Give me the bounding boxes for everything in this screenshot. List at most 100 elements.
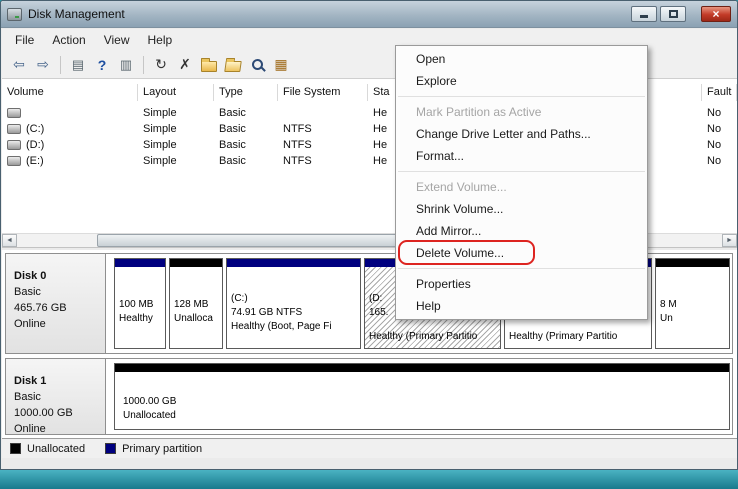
disk-size: 1000.00 GB	[14, 405, 105, 421]
partition-label-line: 1000.00 GB	[123, 396, 176, 407]
menu-item-mark-partition-active: Mark Partition as Active	[396, 101, 647, 123]
refresh-icon[interactable]: ↻	[150, 54, 172, 76]
disk-1-row: Disk 1 Basic 1000.00 GB Online 1000.00 G…	[5, 358, 733, 435]
close-button[interactable]: ×	[701, 6, 731, 22]
menu-item-add-mirror[interactable]: Add Mirror...	[396, 220, 647, 242]
primary-partition-color-swatch	[105, 443, 116, 454]
menu-separator	[398, 268, 645, 269]
partition-label-line: 100 MB	[119, 299, 153, 310]
disk-name: Disk 0	[14, 268, 105, 284]
forward-icon[interactable]: ⇨	[32, 54, 54, 76]
menu-view[interactable]: View	[95, 30, 139, 50]
menu-item-change-drive-letter[interactable]: Change Drive Letter and Paths...	[396, 123, 647, 145]
maximize-button[interactable]	[660, 6, 686, 22]
column-header-file-system[interactable]: File System	[278, 84, 368, 101]
partition-label-line: 128 MB	[174, 299, 208, 310]
partition-c[interactable]: (C:) 74.91 GB NTFS Healthy (Boot, Page F…	[226, 258, 361, 349]
cell-fault: No	[702, 123, 737, 135]
disk-1-partitions: 1000.00 GB Unallocated	[106, 359, 732, 434]
back-icon[interactable]: ⇦	[8, 54, 30, 76]
legend-icon[interactable]: ▦	[270, 54, 292, 76]
menu-item-delete-volume[interactable]: Delete Volume...	[396, 242, 647, 264]
console-tree-icon[interactable]: ▤	[67, 54, 89, 76]
partition-label-line: 74.91 GB NTFS	[231, 307, 302, 318]
partition-color-bar	[656, 259, 729, 267]
cell-layout: Simple	[138, 155, 214, 167]
cell-layout: Simple	[138, 107, 214, 119]
column-header-layout[interactable]: Layout	[138, 84, 214, 101]
folder-icon[interactable]	[198, 54, 220, 76]
action-pane-icon[interactable]: ▥	[115, 54, 137, 76]
menu-item-explore[interactable]: Explore	[396, 70, 647, 92]
column-header-type[interactable]: Type	[214, 84, 278, 101]
scroll-left-icon[interactable]: ◄	[2, 234, 17, 247]
window-controls: ×	[628, 6, 731, 22]
partition-unallocated-128mb[interactable]: 128 MB Unalloca	[169, 258, 223, 349]
cell-type: Basic	[214, 123, 278, 135]
partition-label-line: Healthy (Primary Partitio	[369, 331, 477, 342]
cell-fault: No	[702, 139, 737, 151]
column-header-fault[interactable]: Fault	[702, 84, 737, 101]
cell-volume: (C:)	[26, 123, 44, 135]
partition-label-line: Healthy (Primary Partitio	[509, 331, 617, 342]
menu-item-shrink-volume[interactable]: Shrink Volume...	[396, 198, 647, 220]
help-icon[interactable]: ?	[91, 54, 113, 76]
partition-color-bar	[170, 259, 222, 267]
disk-1-label[interactable]: Disk 1 Basic 1000.00 GB Online	[6, 359, 106, 434]
disk-status: Online	[14, 421, 105, 437]
cell-fault: No	[702, 107, 737, 119]
menu-item-open[interactable]: Open	[396, 48, 647, 70]
volume-disk-icon	[7, 140, 21, 150]
menu-separator	[398, 96, 645, 97]
legend-bar: Unallocated Primary partition	[2, 438, 737, 458]
partition-color-bar	[227, 259, 360, 267]
partition-label-line: Healthy (Boot, Page Fi	[231, 321, 332, 332]
partition-label-line: 165.	[369, 307, 388, 318]
folder-open-icon[interactable]	[222, 54, 244, 76]
desktop-background	[0, 470, 738, 489]
menu-action[interactable]: Action	[43, 30, 94, 50]
toolbar-separator	[60, 56, 61, 74]
disk-size: 465.76 GB	[14, 300, 105, 316]
menu-file[interactable]: File	[6, 30, 43, 50]
legend-primary-label: Primary partition	[122, 443, 202, 455]
partition-color-bar	[115, 364, 729, 372]
menu-item-properties[interactable]: Properties	[396, 273, 647, 295]
menu-help[interactable]: Help	[139, 30, 182, 50]
search-icon-shape	[252, 59, 263, 70]
disk-type: Basic	[14, 389, 105, 405]
partition-color-bar	[115, 259, 165, 267]
partition-label-line: Unalloca	[174, 313, 213, 324]
maximize-icon	[669, 10, 678, 18]
titlebar[interactable]: Disk Management ×	[1, 1, 737, 28]
screen: Disk Management × File Action View Help …	[0, 0, 738, 489]
minimize-button[interactable]	[631, 6, 657, 22]
column-header-volume[interactable]: Volume	[2, 84, 138, 101]
partition-label-line: Un	[660, 313, 673, 324]
partition-system-reserved[interactable]: 100 MB Healthy	[114, 258, 166, 349]
cell-type: Basic	[214, 139, 278, 151]
volume-disk-icon	[7, 108, 21, 118]
disk-0-label[interactable]: Disk 0 Basic 465.76 GB Online	[6, 254, 106, 353]
partition-unallocated-disk1[interactable]: 1000.00 GB Unallocated	[114, 363, 730, 430]
legend-unallocated-label: Unallocated	[27, 443, 85, 455]
cell-layout: Simple	[138, 123, 214, 135]
scroll-right-icon[interactable]: ►	[722, 234, 737, 247]
menu-separator	[398, 171, 645, 172]
context-menu: Open Explore Mark Partition as Active Ch…	[395, 45, 648, 320]
partition-unallocated-8mb[interactable]: 8 M Un	[655, 258, 730, 349]
cell-volume: (D:)	[26, 139, 44, 151]
partition-label-line: (C:)	[231, 293, 248, 304]
delete-icon[interactable]: ✗	[174, 54, 196, 76]
disk-name: Disk 1	[14, 373, 105, 389]
unallocated-color-swatch	[10, 443, 21, 454]
partition-label-line: (D:	[369, 293, 382, 304]
cell-file-system: NTFS	[278, 123, 368, 135]
menu-item-format[interactable]: Format...	[396, 145, 647, 167]
search-icon[interactable]	[246, 54, 268, 76]
menu-item-help[interactable]: Help	[396, 295, 647, 317]
volume-disk-icon	[7, 156, 21, 166]
cell-volume: (E:)	[26, 155, 44, 167]
disk-type: Basic	[14, 284, 105, 300]
folder-open-icon-shape	[224, 61, 242, 72]
